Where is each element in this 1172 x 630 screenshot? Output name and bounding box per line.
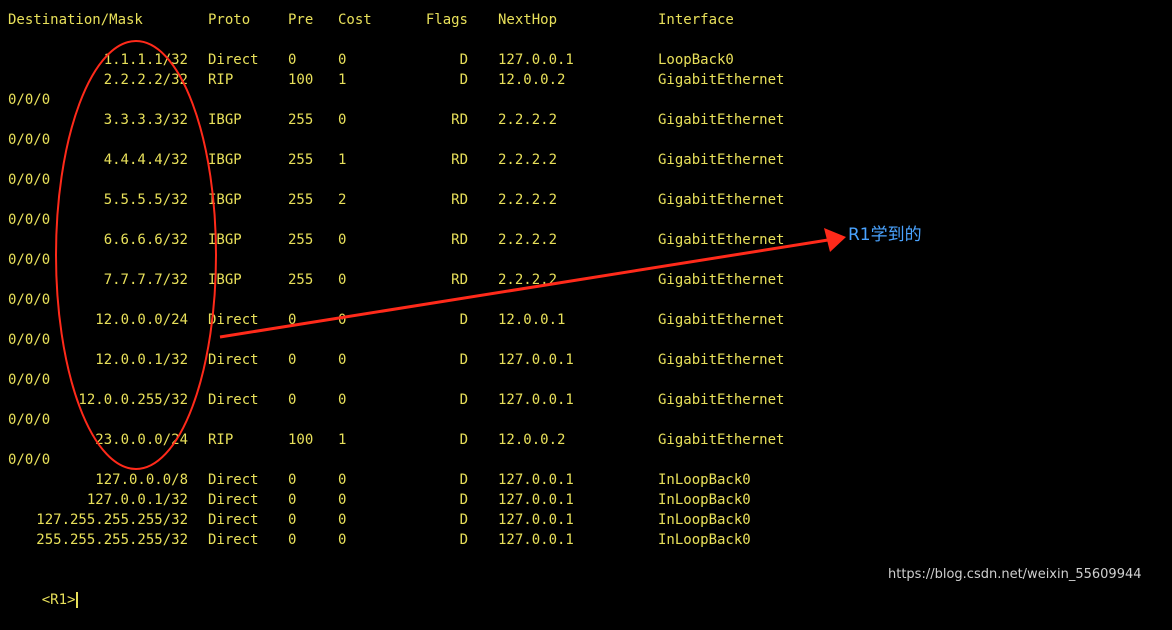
prompt-text: <R1> xyxy=(41,592,76,608)
highlight-ellipse xyxy=(55,40,217,470)
annotation-layer xyxy=(55,40,846,470)
annotation-note: R1学到的 xyxy=(848,225,922,245)
annotation-arrow-head xyxy=(824,228,846,252)
annotation-arrow-line xyxy=(219,238,829,339)
watermark: https://blog.csdn.net/weixin_55609944 xyxy=(888,567,1142,582)
text-cursor xyxy=(76,592,79,608)
